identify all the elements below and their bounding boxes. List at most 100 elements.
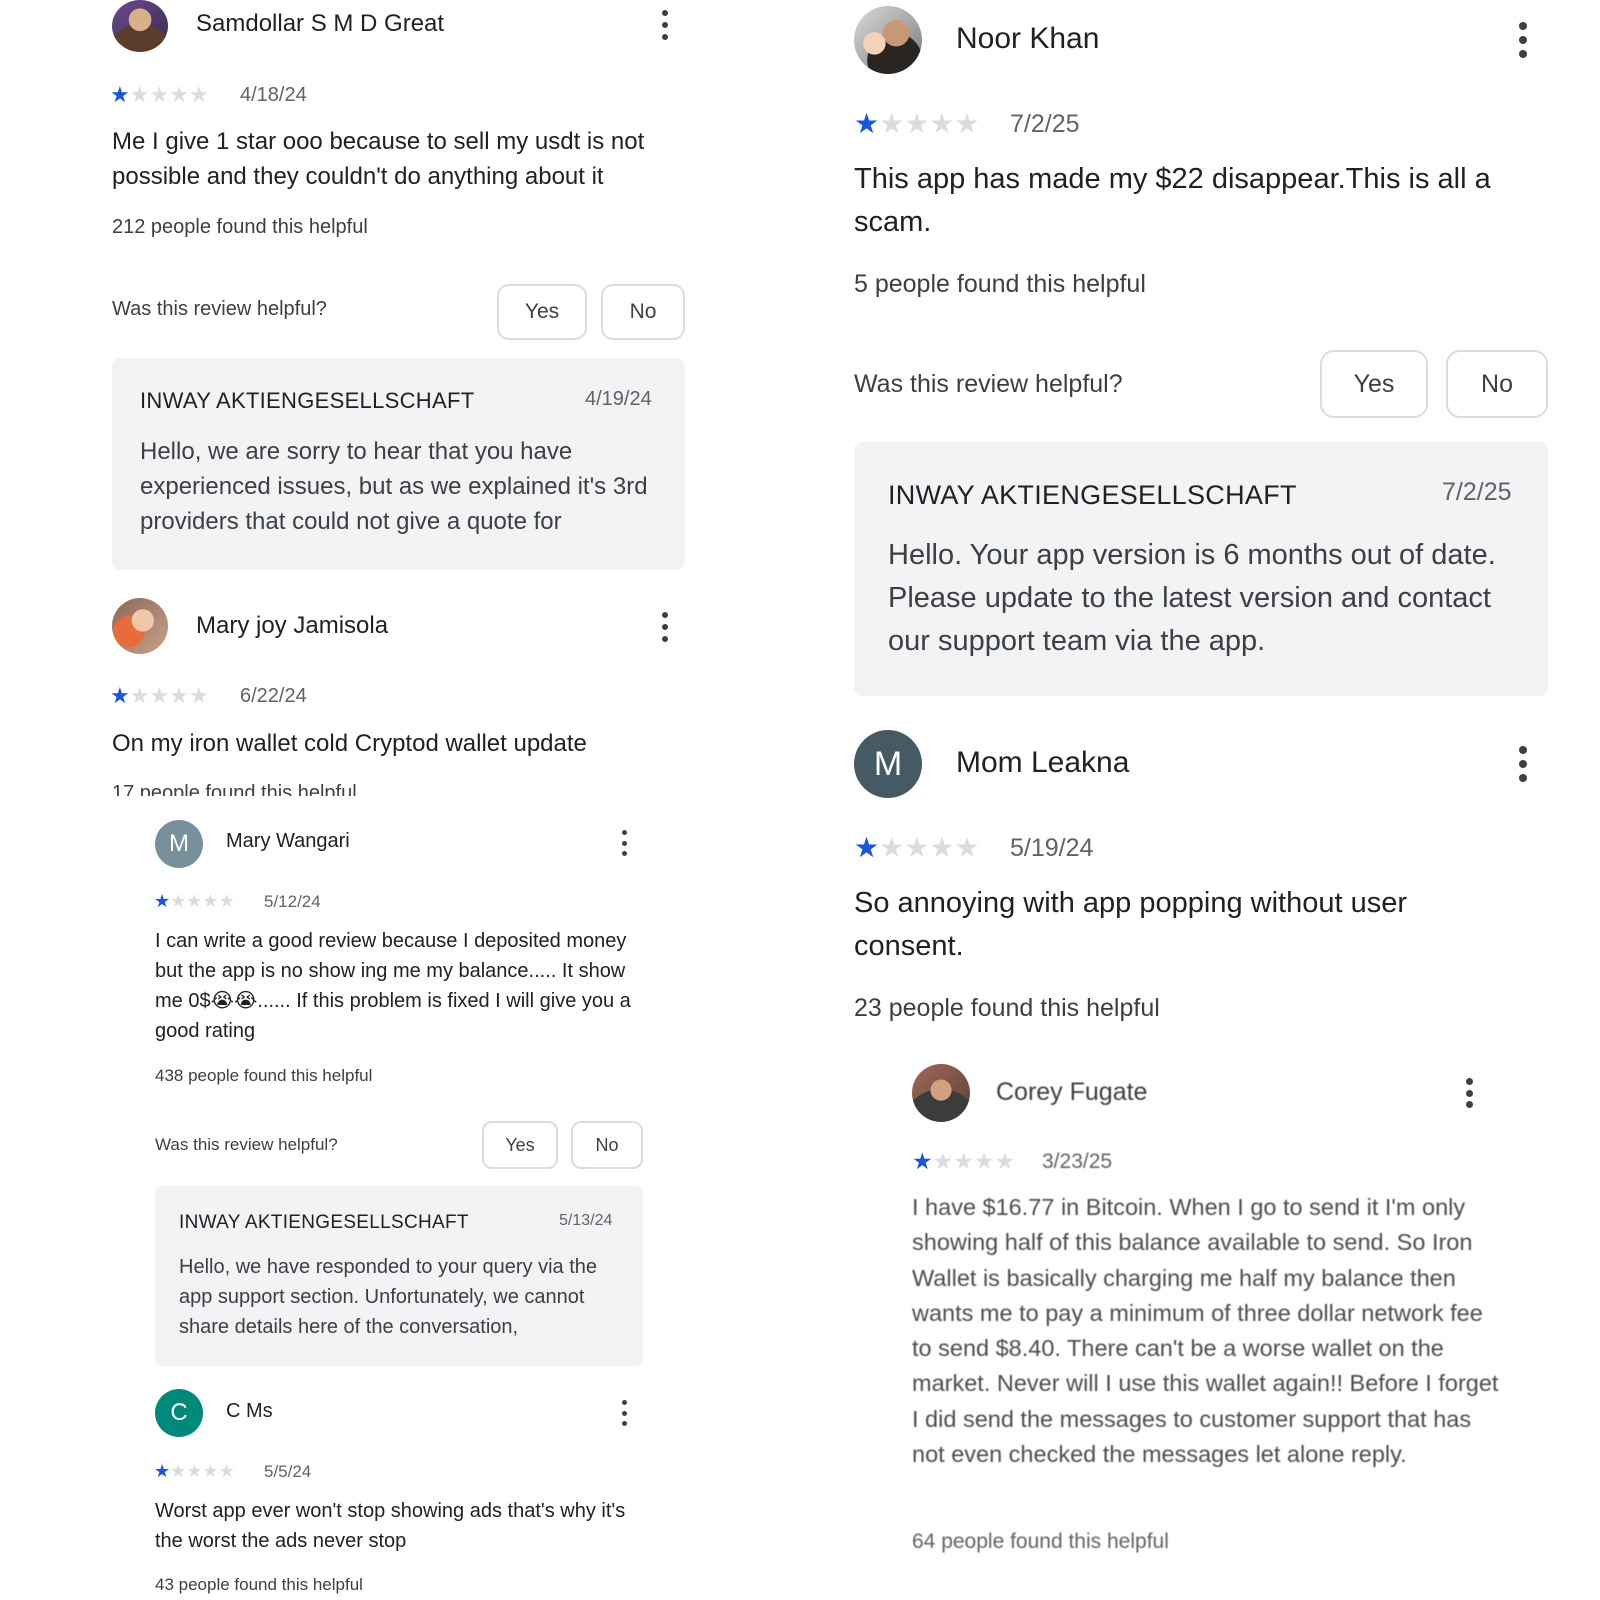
review-text: Worst app ever won't stop showing ads th… — [155, 1500, 626, 1552]
star-icon: ★ — [129, 82, 150, 107]
star-icon: ★ — [154, 891, 171, 911]
review-text: This app has made my $22 disappear.This … — [854, 163, 1491, 238]
more-options-icon[interactable] — [1462, 1078, 1476, 1108]
more-options-icon[interactable] — [1516, 22, 1530, 58]
more-options-icon[interactable] — [658, 10, 672, 40]
star-icon: ★ — [154, 1461, 171, 1481]
user-avatar: M — [854, 730, 922, 798]
helpful-count: 17 people found this helpful — [112, 782, 357, 796]
review-date: 5/12/24 — [264, 892, 321, 911]
review-date: 5/19/24 — [1010, 834, 1094, 862]
star-icon: ★ — [170, 891, 187, 911]
reviewer-name: Corey Fugate — [996, 1078, 1148, 1106]
star-icon: ★ — [854, 832, 880, 863]
user-avatar — [854, 6, 922, 74]
star-icon: ★ — [973, 1148, 995, 1174]
helpful-count: 43 people found this helpful — [155, 1575, 363, 1594]
no-button[interactable]: No — [1446, 350, 1548, 418]
user-avatar — [912, 1064, 970, 1122]
developer-reply: INWAY AKTIENGESELLSCHAFT 7/2/25 Hello. Y… — [854, 442, 1548, 696]
user-avatar: M — [155, 820, 203, 868]
helpful-count: 438 people found this helpful — [155, 1066, 373, 1085]
star-icon: ★ — [854, 108, 880, 139]
review-text: So annoying with app popping without use… — [854, 887, 1407, 962]
more-options-icon[interactable] — [617, 830, 631, 856]
reply-date: 7/2/25 — [1442, 478, 1512, 506]
review-date: 6/22/24 — [240, 685, 307, 707]
no-button[interactable]: No — [601, 284, 685, 340]
developer-name: INWAY AKTIENGESELLSCHAFT — [140, 388, 475, 413]
review-date: 4/18/24 — [240, 84, 307, 106]
star-icon: ★ — [932, 1148, 954, 1174]
star-icon: ★ — [110, 683, 130, 708]
reply-date: 4/19/24 — [585, 388, 652, 410]
star-icon: ★ — [202, 1461, 219, 1481]
review-date: 5/5/24 — [264, 1462, 312, 1481]
star-icon: ★ — [188, 683, 209, 708]
reviewer-name: Mom Leakna — [956, 746, 1130, 779]
developer-reply: INWAY AKTIENGESELLSCHAFT 5/13/24 Hello, … — [155, 1186, 643, 1366]
star-icon: ★ — [904, 832, 930, 863]
star-icon: ★ — [954, 108, 980, 139]
star-icon: ★ — [169, 82, 189, 107]
helpful-count: 23 people found this helpful — [854, 994, 1160, 1022]
user-avatar — [112, 0, 168, 52]
reply-text: Hello, we have responded to your query v… — [179, 1256, 598, 1338]
reply-text: Hello, we are sorry to hear that you hav… — [140, 438, 648, 535]
helpful-count: 5 people found this helpful — [854, 270, 1146, 298]
no-button[interactable]: No — [571, 1121, 643, 1169]
review-date: 7/2/25 — [1010, 110, 1080, 138]
reviewer-name: C Ms — [226, 1400, 273, 1422]
reviewer-name: Mary joy Jamisola — [196, 612, 389, 639]
reviewer-name: Samdollar S M D Great — [196, 10, 445, 37]
star-icon: ★ — [149, 82, 170, 107]
star-icon: ★ — [929, 832, 955, 863]
reviewer-name: Noor Khan — [956, 22, 1100, 55]
star-rating: ★ ★ ★ ★ ★ — [154, 892, 235, 910]
star-icon: ★ — [953, 1148, 974, 1174]
developer-reply: INWAY AKTIENGESELLSCHAFT 4/19/24 Hello, … — [112, 358, 685, 570]
reply-date: 5/13/24 — [559, 1212, 613, 1229]
star-rating: ★ ★ ★ ★ ★ — [854, 834, 980, 862]
star-icon: ★ — [149, 683, 170, 708]
star-icon: ★ — [170, 1461, 187, 1481]
star-icon: ★ — [994, 1148, 1016, 1174]
yes-button[interactable]: Yes — [1320, 350, 1428, 418]
star-rating: ★ ★ ★ ★ ★ — [854, 110, 980, 138]
star-icon: ★ — [879, 108, 905, 139]
developer-name: INWAY AKTIENGESELLSCHAFT — [888, 480, 1297, 510]
star-icon: ★ — [218, 1461, 235, 1481]
review-text: Me I give 1 star ooo because to sell my … — [112, 128, 645, 190]
star-icon: ★ — [929, 108, 955, 139]
more-options-icon[interactable] — [617, 1400, 631, 1426]
star-icon: ★ — [904, 108, 930, 139]
star-icon: ★ — [879, 832, 905, 863]
reply-text: Hello. Your app version is 6 months out … — [888, 539, 1496, 657]
review-text: On my iron wallet cold Cryptod wallet up… — [112, 730, 587, 757]
star-icon: ★ — [129, 683, 150, 708]
star-icon: ★ — [169, 683, 189, 708]
more-options-icon[interactable] — [658, 612, 672, 642]
more-options-icon[interactable] — [1516, 746, 1530, 782]
helpful-count: 212 people found this helpful — [112, 216, 368, 238]
star-icon: ★ — [110, 82, 130, 107]
helpful-prompt: Was this review helpful? — [854, 370, 1123, 398]
star-icon: ★ — [218, 891, 235, 911]
star-icon: ★ — [912, 1148, 933, 1174]
reviewer-name: Mary Wangari — [226, 830, 350, 852]
helpful-prompt: Was this review helpful? — [155, 1135, 338, 1154]
yes-button[interactable]: Yes — [482, 1121, 558, 1169]
star-rating: ★ ★ ★ ★ ★ — [154, 1462, 235, 1480]
review-date: 3/23/25 — [1042, 1150, 1113, 1173]
yes-button[interactable]: Yes — [497, 284, 587, 340]
star-icon: ★ — [202, 891, 219, 911]
star-rating: ★ ★ ★ ★ ★ — [110, 685, 209, 707]
user-avatar — [112, 598, 168, 654]
review-text: I have $16.77 in Bitcoin. When I go to s… — [912, 1194, 1499, 1468]
star-icon: ★ — [186, 891, 203, 911]
developer-name: INWAY AKTIENGESELLSCHAFT — [179, 1212, 469, 1233]
helpful-count: 64 people found this helpful — [912, 1530, 1169, 1553]
star-rating: ★ ★ ★ ★ ★ — [912, 1150, 1015, 1173]
review-text: I can write a good review because I depo… — [155, 930, 631, 1042]
star-rating: ★ ★ ★ ★ ★ — [110, 84, 209, 106]
